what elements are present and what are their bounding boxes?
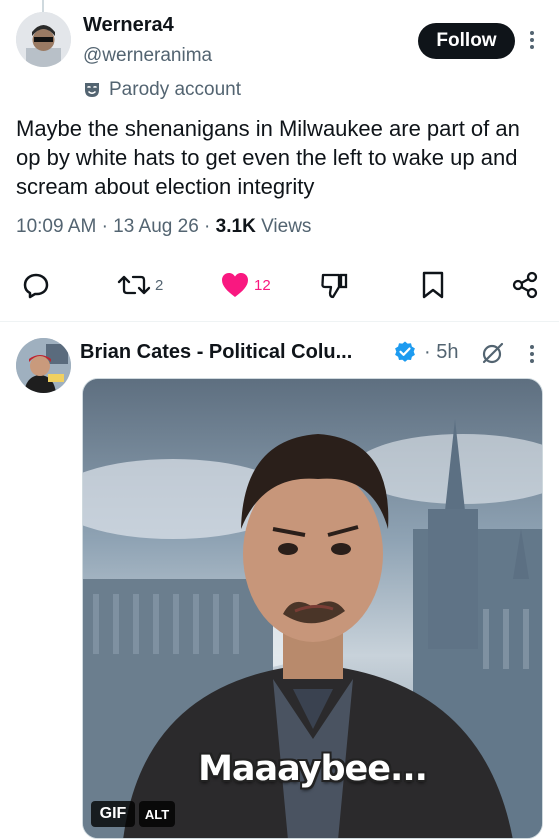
- heart-filled-icon: [222, 273, 248, 297]
- reply-icon: [23, 273, 49, 299]
- display-name[interactable]: Brian Cates - Political Colu...: [80, 341, 352, 364]
- follow-button[interactable]: Follow: [418, 23, 515, 59]
- meta-separator: ·: [101, 216, 108, 237]
- tweet-date[interactable]: 13 Aug 26: [113, 216, 199, 237]
- repost-count: 2: [155, 276, 164, 294]
- mask-icon: [85, 83, 99, 97]
- repost-button[interactable]: 2: [117, 265, 163, 305]
- avatar[interactable]: [16, 12, 71, 67]
- gif-media[interactable]: Maaaybee... GIF ALT: [82, 378, 543, 839]
- thread-connector-line: [42, 0, 44, 12]
- avatar[interactable]: [16, 338, 71, 393]
- tweet-time[interactable]: 10:09 AM: [16, 216, 96, 237]
- grok-icon[interactable]: [480, 340, 506, 371]
- time-separator: ·: [424, 341, 431, 363]
- relative-time: 5h: [436, 341, 459, 363]
- bookmark-icon: [422, 271, 444, 299]
- views-count[interactable]: 3.1K: [216, 216, 256, 237]
- like-count: 12: [254, 276, 271, 294]
- post-time[interactable]: · 5h: [424, 341, 458, 364]
- tweet-text: Maybe the shenanigans in Milwaukee are p…: [16, 116, 520, 199]
- more-options-icon[interactable]: [526, 26, 538, 54]
- meta-separator: ·: [204, 216, 211, 237]
- share-icon: [512, 271, 538, 299]
- post-divider: [0, 321, 559, 322]
- bookmark-button[interactable]: [420, 265, 446, 305]
- tweet-meta: 10:09 AM · 13 Aug 26 · 3.1K Views: [16, 216, 311, 238]
- alt-badge[interactable]: ALT: [139, 801, 175, 827]
- share-button[interactable]: [510, 265, 540, 305]
- gif-badge[interactable]: GIF: [91, 801, 135, 827]
- display-name[interactable]: Wernera4: [83, 14, 174, 37]
- parody-account-text: Parody account: [109, 79, 242, 100]
- dislike-button[interactable]: [319, 265, 349, 305]
- gif-caption: Maaaybee...: [198, 749, 428, 789]
- like-button[interactable]: 12: [220, 265, 271, 305]
- verified-badge-icon: [393, 340, 417, 369]
- views-label: Views: [261, 216, 312, 237]
- handle[interactable]: @werneranima: [83, 45, 212, 67]
- reply-button[interactable]: [22, 265, 50, 305]
- action-bar: 2 12: [0, 265, 559, 305]
- repost-icon: [117, 275, 151, 295]
- more-options-icon[interactable]: [526, 343, 538, 365]
- dislike-icon: [321, 273, 348, 299]
- parody-account-label: Parody account: [83, 78, 241, 102]
